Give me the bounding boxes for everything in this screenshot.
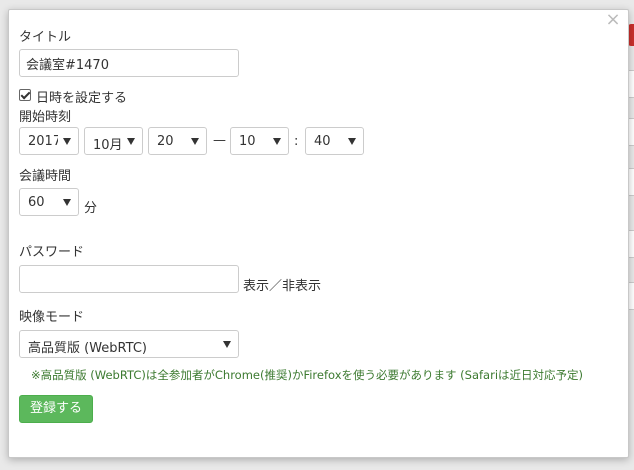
start-day-select[interactable]: 20 xyxy=(148,127,207,155)
password-toggle-link[interactable]: 表示／非表示 xyxy=(243,275,321,294)
start-month-value: 10月 xyxy=(93,138,123,153)
datetime-checkbox[interactable] xyxy=(19,89,31,101)
start-month-select[interactable]: 10月 xyxy=(84,127,143,155)
start-year-select[interactable]: 2017 xyxy=(19,127,79,155)
start-hour-value: 10 xyxy=(239,134,256,149)
video-mode-label: 映像モード xyxy=(19,310,85,325)
video-mode-value: 高品質版 (WebRTC) xyxy=(28,341,147,356)
chevron-down-icon xyxy=(348,138,356,145)
video-mode-note: ※高品質版 (WebRTC)は全参加者がChrome(推奨)かFirefoxを使… xyxy=(31,368,584,382)
video-mode-select[interactable]: 高品質版 (WebRTC) xyxy=(19,330,239,358)
chevron-down-icon xyxy=(63,138,71,145)
chevron-down-icon xyxy=(63,199,71,206)
duration-value: 60 xyxy=(28,195,45,210)
create-meeting-dialog: × タイトル 日時を設定する 開始時刻 2017 10月 20 — 10 : 4… xyxy=(8,9,629,458)
time-dash: — xyxy=(213,133,226,148)
duration-unit: 分 xyxy=(84,201,98,216)
chevron-down-icon xyxy=(191,138,199,145)
chevron-down-icon xyxy=(127,138,135,145)
chevron-down-icon xyxy=(223,341,231,348)
close-icon[interactable]: × xyxy=(604,11,622,29)
datetime-checkbox-label: 日時を設定する xyxy=(36,91,128,106)
chevron-down-icon xyxy=(273,138,281,145)
start-day-value: 20 xyxy=(157,134,174,149)
password-label: パスワード xyxy=(19,245,85,260)
password-input[interactable] xyxy=(19,265,239,293)
title-label: タイトル xyxy=(19,30,72,45)
start-time-label: 開始時刻 xyxy=(19,110,72,125)
duration-select[interactable]: 60 xyxy=(19,188,79,216)
title-input[interactable] xyxy=(19,49,239,77)
start-year-value: 2017 xyxy=(28,134,58,149)
submit-button[interactable]: 登録する xyxy=(19,395,93,423)
start-minute-value: 40 xyxy=(314,134,331,149)
start-minute-select[interactable]: 40 xyxy=(305,127,364,155)
start-hour-select[interactable]: 10 xyxy=(230,127,289,155)
time-colon: : xyxy=(294,134,299,149)
duration-label: 会議時間 xyxy=(19,169,72,184)
